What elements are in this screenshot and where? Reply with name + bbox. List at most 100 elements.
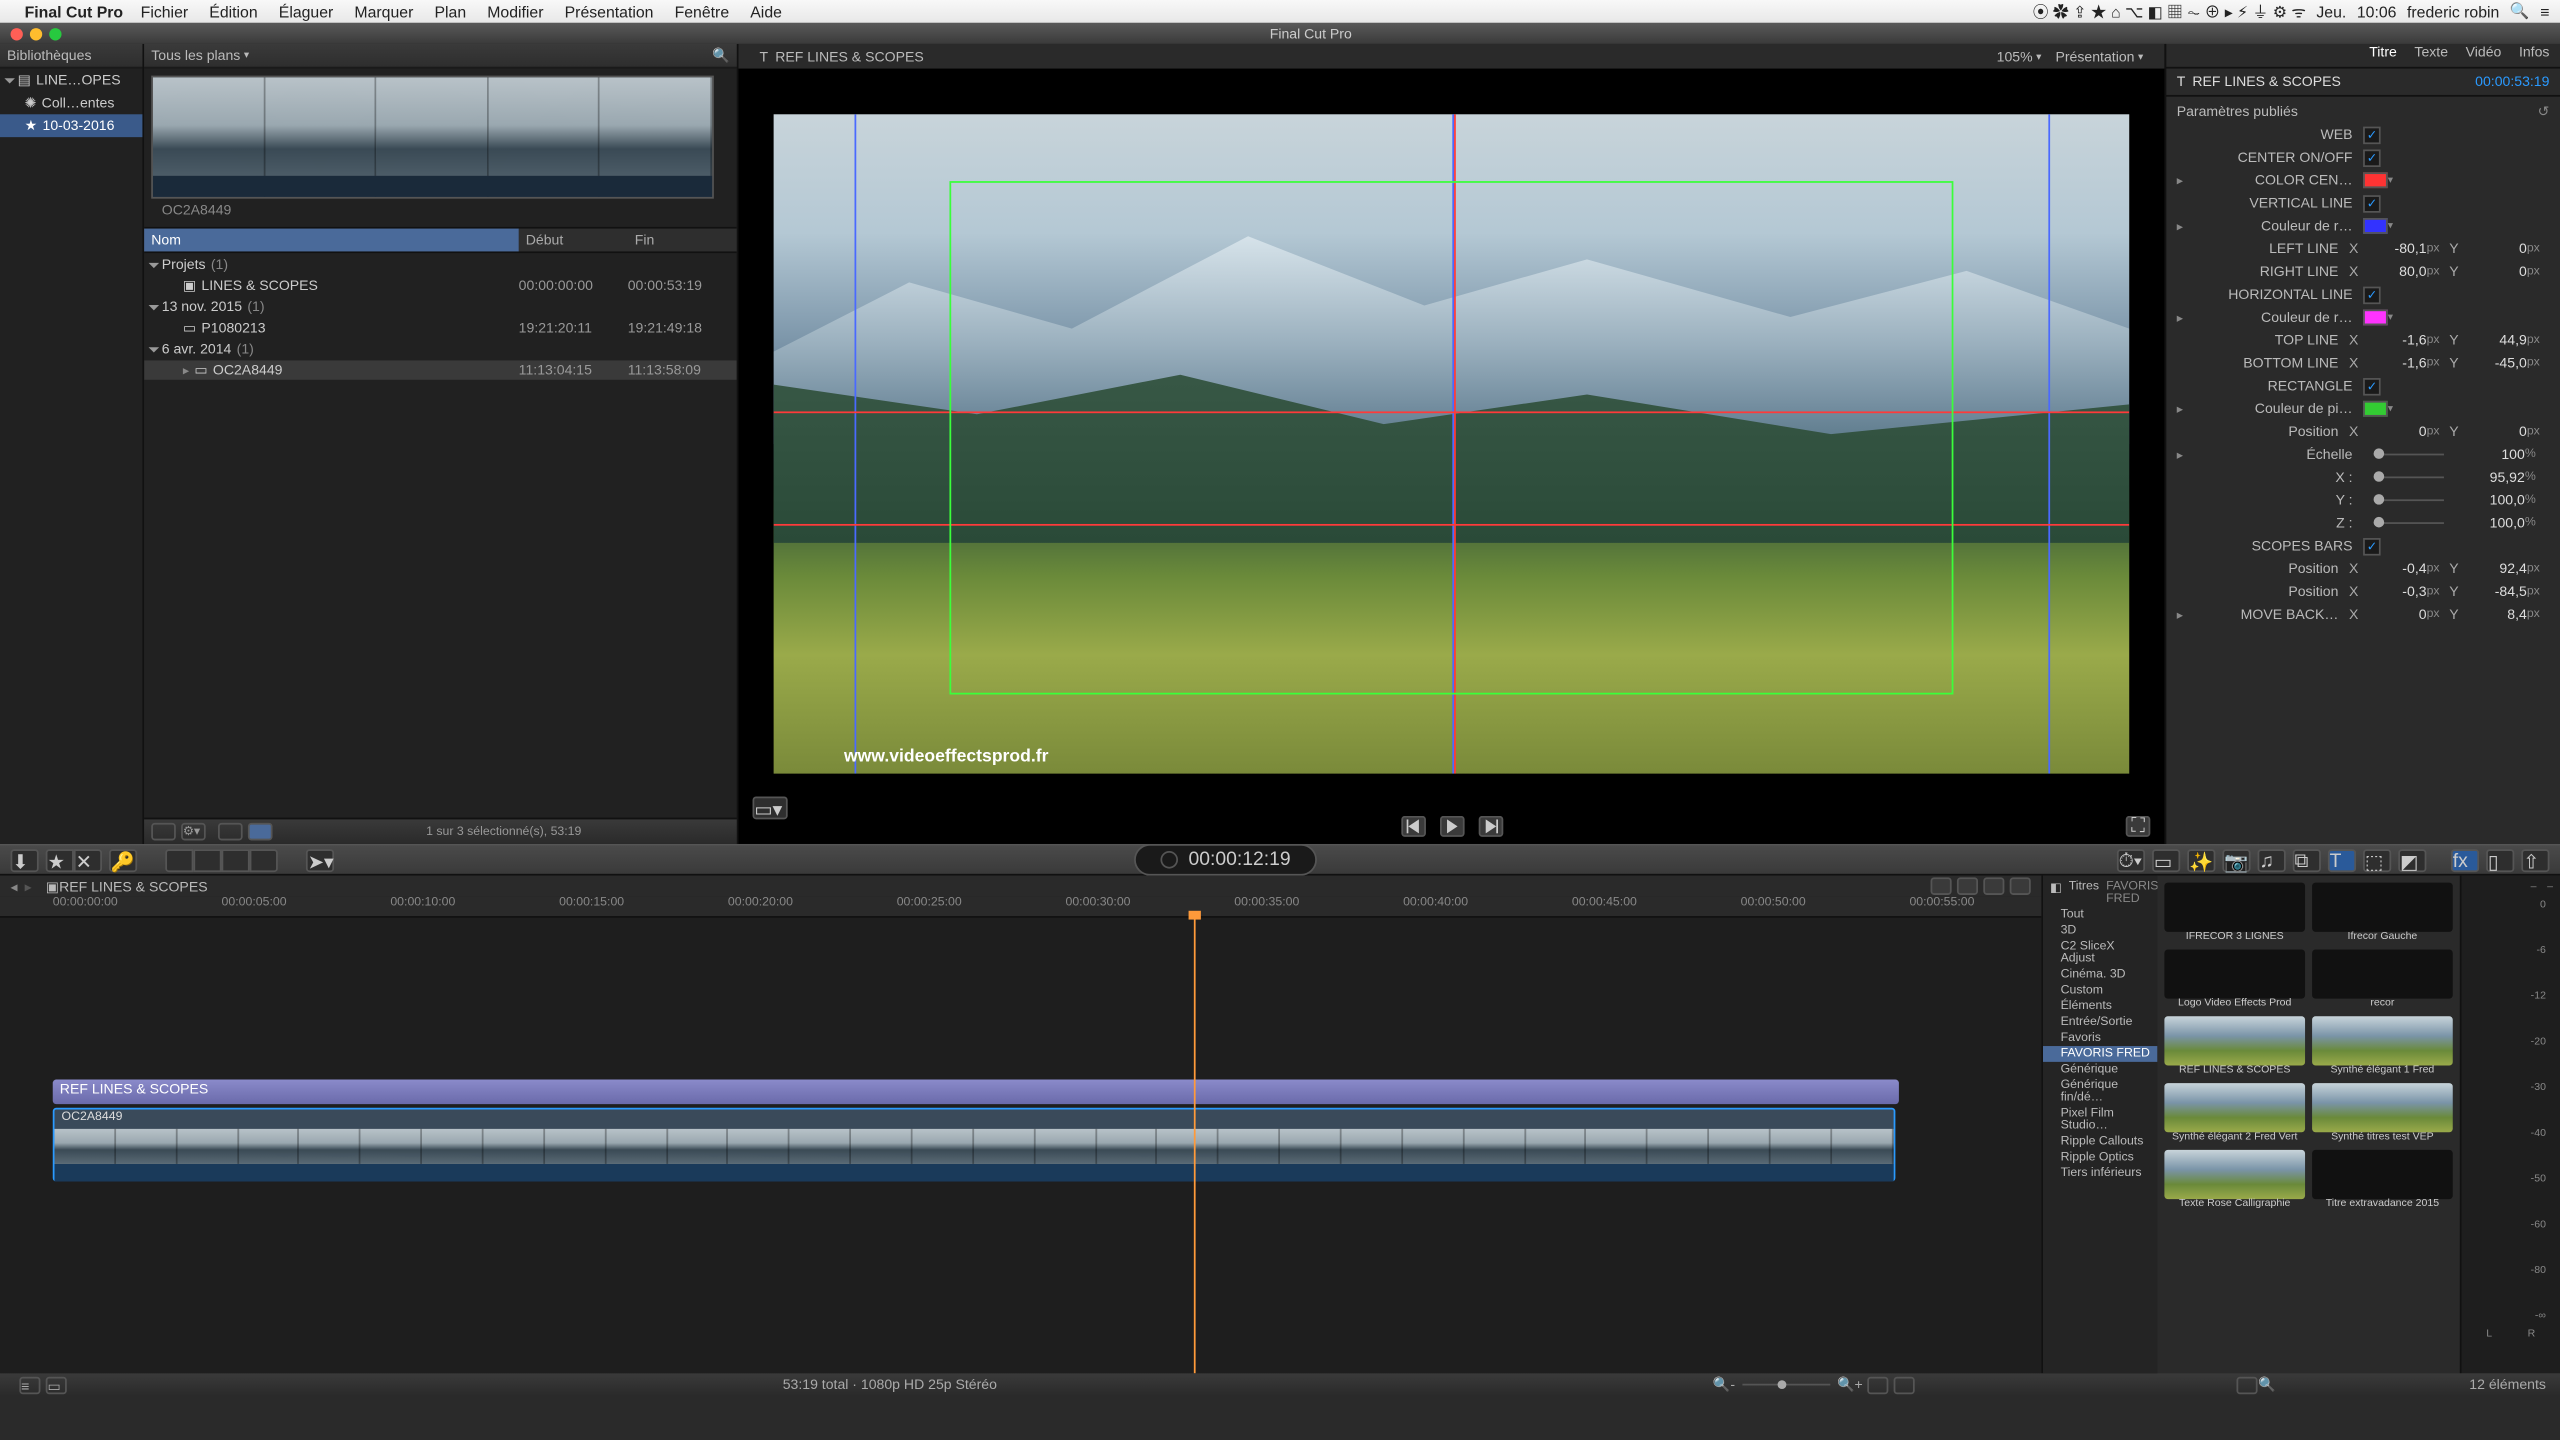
disclosure-icon[interactable]: ▸ — [2177, 173, 2191, 187]
property-value-x[interactable]: -0,4 — [2362, 561, 2427, 577]
titles-category-item[interactable]: Entrée/Sortie — [2043, 1015, 2157, 1031]
property-value-y[interactable]: -84,5 — [2462, 584, 2527, 600]
titles-category-item[interactable]: Ripple Callouts — [2043, 1134, 2157, 1150]
title-thumbnail[interactable]: Titre extravadance 2015 — [2312, 1150, 2453, 1210]
disclosure-icon[interactable]: ▸ — [2177, 447, 2191, 461]
disclosure-icon[interactable]: ▸ — [2177, 607, 2190, 621]
list-view-button[interactable] — [248, 823, 273, 841]
arrow-tool-button[interactable]: ➤▾ — [306, 848, 334, 871]
generators-button[interactable]: ⬚ — [2363, 848, 2391, 871]
music-button[interactable]: ♫ — [2258, 848, 2286, 871]
solo-toggle[interactable] — [1983, 877, 2004, 895]
property-value-y[interactable]: 0 — [2462, 264, 2527, 280]
titles-button[interactable]: T — [2328, 848, 2356, 871]
browser-group-row[interactable]: Projets (1) — [144, 253, 737, 276]
chevron-down-icon[interactable]: ▾ — [2388, 311, 2402, 323]
chevron-down-icon[interactable]: ▾ — [2388, 220, 2402, 232]
titles-category-item[interactable]: Éléments — [2043, 999, 2157, 1015]
menu-modifier[interactable]: Modifier — [487, 3, 543, 21]
property-value-y[interactable]: 92,4 — [2462, 561, 2527, 577]
title-thumbnail[interactable]: Ifrecor Gauche — [2312, 883, 2453, 943]
clip-appearance-button[interactable] — [151, 823, 176, 841]
titles-category-item[interactable]: Générique — [2043, 1062, 2157, 1078]
property-checkbox[interactable] — [2363, 194, 2381, 212]
disclosure-icon[interactable] — [4, 77, 15, 82]
color-swatch[interactable] — [2363, 401, 2388, 417]
property-value[interactable]: 100,0 — [2455, 492, 2525, 508]
clip-appearance-button[interactable] — [1868, 1376, 1889, 1394]
inspector-tab-infos[interactable]: Infos — [2519, 44, 2549, 67]
connect-button[interactable] — [165, 848, 193, 871]
menu-marquer[interactable]: Marquer — [354, 3, 413, 21]
titles-category-item[interactable]: C2 SliceX Adjust — [2043, 939, 2157, 967]
history-fwd-button[interactable]: ▸ — [25, 878, 32, 894]
menubar-list-icon[interactable]: ≡ — [2540, 3, 2549, 21]
photos-button[interactable]: 📷 — [2222, 848, 2250, 871]
clip-filter-button[interactable]: ⚙▾ — [181, 823, 206, 841]
effects-browser-toggle[interactable] — [2237, 1376, 2258, 1394]
titles-category-item[interactable]: Ripple Optics — [2043, 1150, 2157, 1166]
media-browser-icon[interactable]: ◧ — [2050, 881, 2062, 906]
inspector-tab-video[interactable]: Vidéo — [2466, 44, 2502, 67]
search-icon[interactable]: 🔍 — [712, 47, 730, 63]
timeline-index-button[interactable]: ≡ — [19, 1376, 40, 1394]
meter-reset-icon[interactable]: – — [2531, 883, 2537, 894]
keyword-button[interactable]: 🔑 — [109, 848, 137, 871]
snapping-toggle[interactable] — [2010, 877, 2031, 895]
browser-filter-dropdown[interactable]: Tous les plans — [151, 47, 240, 63]
filmstrip-view-button[interactable] — [218, 823, 243, 841]
menu-plan[interactable]: Plan — [434, 3, 466, 21]
title-thumbnail[interactable]: IFRECOR 3 LIGNES — [2164, 883, 2305, 943]
property-slider[interactable] — [2374, 449, 2444, 460]
property-value-x[interactable]: -1,6 — [2362, 332, 2427, 348]
property-value-y[interactable]: 8,4 — [2462, 607, 2527, 623]
share-button[interactable]: ⇧ — [2521, 848, 2549, 871]
disclosure-icon[interactable]: ▸ — [2177, 219, 2191, 233]
chevron-down-icon[interactable]: ▾ — [2388, 174, 2402, 186]
import-button[interactable]: ⬇ — [11, 848, 39, 871]
clip-appearance-button2[interactable] — [1894, 1376, 1915, 1394]
disclosure-icon[interactable]: ▸ — [2177, 402, 2191, 416]
timeline-index-button2[interactable]: ▭ — [46, 1376, 67, 1394]
property-value[interactable]: 100,0 — [2455, 515, 2525, 531]
timeline-playhead[interactable] — [1194, 918, 1196, 1373]
library-item[interactable]: ✺ Coll…entes — [0, 91, 142, 114]
clip-adjust-button[interactable]: ▭ — [2152, 848, 2180, 871]
retime-button[interactable]: ⏱▾ — [2117, 848, 2145, 871]
property-value-y[interactable]: 44,9 — [2462, 332, 2527, 348]
property-value-x[interactable]: -80,1 — [2362, 241, 2427, 257]
overwrite-button[interactable] — [250, 848, 278, 871]
property-value[interactable]: 100 — [2455, 447, 2525, 463]
property-checkbox[interactable] — [2363, 377, 2381, 395]
browser-list-row-selected[interactable]: ▸ ▭ OC2A8449 11:13:04:15 11:13:58:09 — [144, 360, 737, 379]
titles-category-item[interactable]: Favoris — [2043, 1030, 2157, 1046]
menu-fichier[interactable]: Fichier — [141, 3, 189, 21]
timeline-title-clip[interactable]: REF LINES & SCOPES — [53, 1080, 1899, 1105]
property-value-x[interactable]: -1,6 — [2362, 355, 2427, 371]
property-checkbox[interactable] — [2363, 537, 2381, 555]
titles-category-item[interactable]: 3D — [2043, 923, 2157, 939]
transitions-button[interactable]: ⧉ — [2293, 848, 2321, 871]
title-thumbnail[interactable]: Synthé élégant 2 Fred Vert — [2164, 1083, 2305, 1143]
append-button[interactable] — [222, 848, 250, 871]
titles-category-item[interactable]: Custom — [2043, 983, 2157, 999]
timeline-video-clip[interactable]: OC2A8449 — [53, 1108, 1896, 1182]
audio-skimming-toggle[interactable] — [1957, 877, 1978, 895]
property-checkbox[interactable] — [2363, 149, 2381, 167]
titles-category-item[interactable]: Cinéma. 3D — [2043, 967, 2157, 983]
property-value-y[interactable]: 0 — [2462, 424, 2527, 440]
disclosure-icon[interactable] — [149, 346, 160, 351]
column-header-end[interactable]: Fin — [628, 229, 737, 252]
color-swatch[interactable] — [2363, 218, 2388, 234]
property-value-x[interactable]: -0,3 — [2362, 584, 2427, 600]
prev-edit-button[interactable] — [1400, 816, 1425, 837]
property-value-y[interactable]: 0 — [2462, 241, 2527, 257]
menubar-user[interactable]: frederic robin — [2407, 3, 2499, 21]
insert-button[interactable] — [193, 848, 221, 871]
meter-reset-icon[interactable]: – — [2547, 883, 2553, 894]
filmstrip-clip[interactable] — [151, 76, 714, 199]
viewer-zoom-dropdown[interactable]: 105% — [1997, 48, 2033, 64]
color-swatch[interactable] — [2363, 172, 2388, 188]
menu-presentation[interactable]: Présentation — [565, 3, 654, 21]
titles-search-icon[interactable]: 🔍 — [2258, 1377, 2276, 1393]
